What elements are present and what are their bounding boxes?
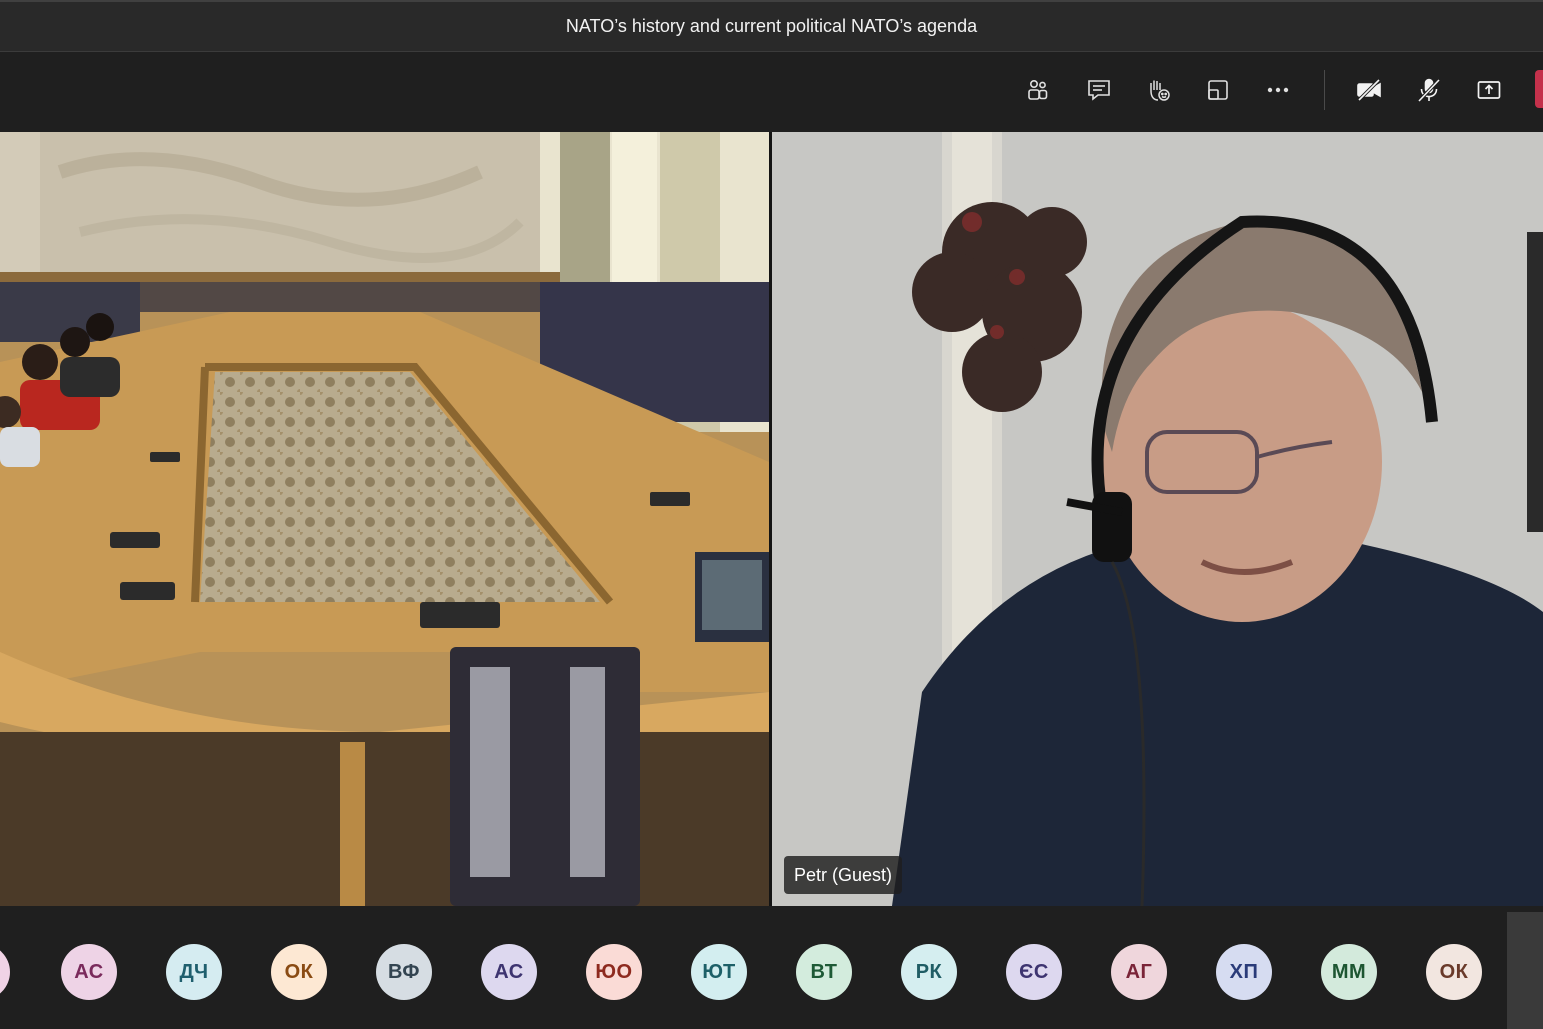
reactions-button[interactable] bbox=[1132, 66, 1184, 114]
mic-toggle-button[interactable] bbox=[1403, 66, 1455, 114]
title-bar: NATO’s history and current political NAT… bbox=[0, 0, 1543, 52]
mic-off-icon bbox=[1417, 78, 1441, 103]
camera-toggle-button[interactable] bbox=[1343, 66, 1395, 114]
participant-avatar[interactable]: ОК bbox=[1426, 944, 1482, 1000]
participant-avatar[interactable]: ММ bbox=[1321, 944, 1377, 1000]
participant-avatar[interactable]: РК bbox=[901, 944, 957, 1000]
roster-scrollbar[interactable] bbox=[1507, 912, 1543, 1029]
raise-hand-icon bbox=[1150, 80, 1170, 101]
more-icon bbox=[1267, 87, 1289, 93]
participant-avatar[interactable]: ОК bbox=[271, 944, 327, 1000]
meeting-title: NATO’s history and current political NAT… bbox=[565, 16, 978, 36]
participant-avatar[interactable]: ВФ bbox=[376, 944, 432, 1000]
rooms-button[interactable] bbox=[1192, 66, 1244, 114]
share-content-button[interactable] bbox=[1463, 66, 1515, 114]
participant-name: Petr (Guest) bbox=[794, 864, 893, 885]
participant-avatar[interactable]: АГ bbox=[1111, 944, 1167, 1000]
rooms-icon bbox=[1208, 80, 1228, 100]
participant-avatar[interactable]: ЮО bbox=[586, 944, 642, 1000]
participant-avatar[interactable]: АС bbox=[61, 944, 117, 1000]
people-button[interactable] bbox=[1012, 66, 1064, 114]
participant-avatar[interactable]: ДЧ bbox=[166, 944, 222, 1000]
participant-video-petr[interactable]: Petr (Guest) bbox=[772, 132, 1543, 906]
participant-video-room[interactable] bbox=[0, 132, 769, 906]
toolbar-divider bbox=[1324, 70, 1325, 110]
meeting-toolbar bbox=[0, 52, 1543, 130]
conference-room-video bbox=[0, 132, 769, 906]
participant-name-tag: Petr (Guest) bbox=[784, 856, 903, 894]
participant-roster: АС ДЧ ОК ВФ АС ЮО ЮТ ВТ РК ЄС АГ ХП ММ О… bbox=[0, 908, 1543, 1029]
participant-avatar[interactable]: ЮТ bbox=[691, 944, 747, 1000]
petr-video bbox=[772, 132, 1543, 906]
camera-off-icon bbox=[1357, 78, 1381, 102]
participant-avatar[interactable] bbox=[0, 944, 10, 1000]
participant-avatar[interactable]: ЄС bbox=[1006, 944, 1062, 1000]
chat-button[interactable] bbox=[1073, 66, 1125, 114]
chat-icon bbox=[1088, 80, 1110, 101]
leave-button[interactable] bbox=[1535, 70, 1543, 108]
participant-avatar[interactable]: ХП bbox=[1216, 944, 1272, 1000]
video-stage: Petr (Guest) bbox=[0, 132, 1543, 906]
people-icon bbox=[1028, 79, 1048, 100]
more-actions-button[interactable] bbox=[1252, 66, 1304, 114]
participant-avatar[interactable]: АС bbox=[481, 944, 537, 1000]
share-tray-icon bbox=[1477, 81, 1501, 99]
participant-avatar[interactable]: ВТ bbox=[796, 944, 852, 1000]
